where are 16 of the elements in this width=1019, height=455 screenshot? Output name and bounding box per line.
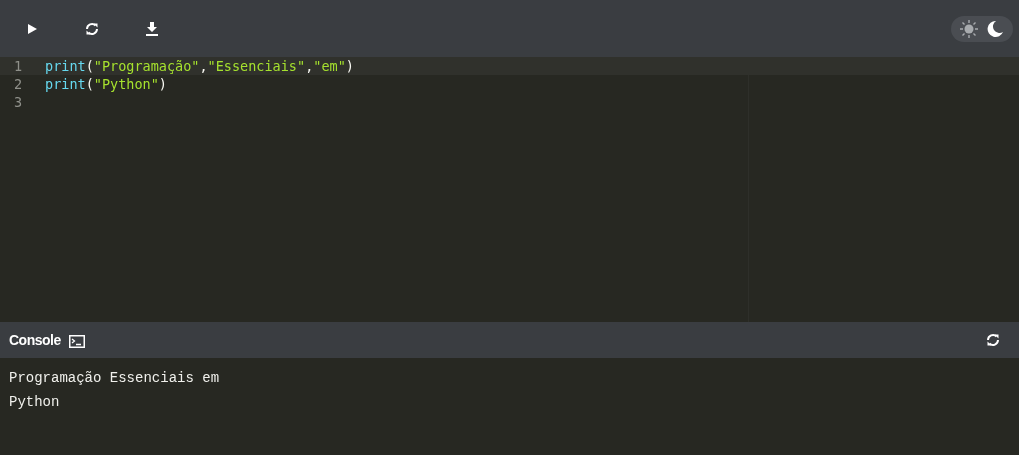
refresh-icon bbox=[985, 332, 1001, 348]
play-icon bbox=[26, 22, 38, 35]
refresh-icon bbox=[84, 20, 100, 37]
code-line: print("Python") bbox=[44, 75, 167, 93]
console-title: Console bbox=[9, 332, 61, 348]
code-line: print("Programação","Essenciais","em") bbox=[44, 57, 354, 75]
code-editor[interactable]: 1 print("Programação","Essenciais","em") 2 print("Python") 3 bbox=[0, 57, 1019, 322]
sun-icon bbox=[960, 19, 978, 38]
line-number: 3 bbox=[12, 93, 24, 111]
console-output: Programação Essenciais em Python bbox=[8, 369, 221, 412]
theme-toggle[interactable] bbox=[951, 15, 1013, 42]
line-number: 2 bbox=[12, 75, 24, 93]
terminal-icon bbox=[68, 335, 85, 348]
moon-icon bbox=[986, 19, 1004, 38]
download-icon bbox=[145, 21, 159, 36]
line-number: 1 bbox=[12, 57, 24, 75]
